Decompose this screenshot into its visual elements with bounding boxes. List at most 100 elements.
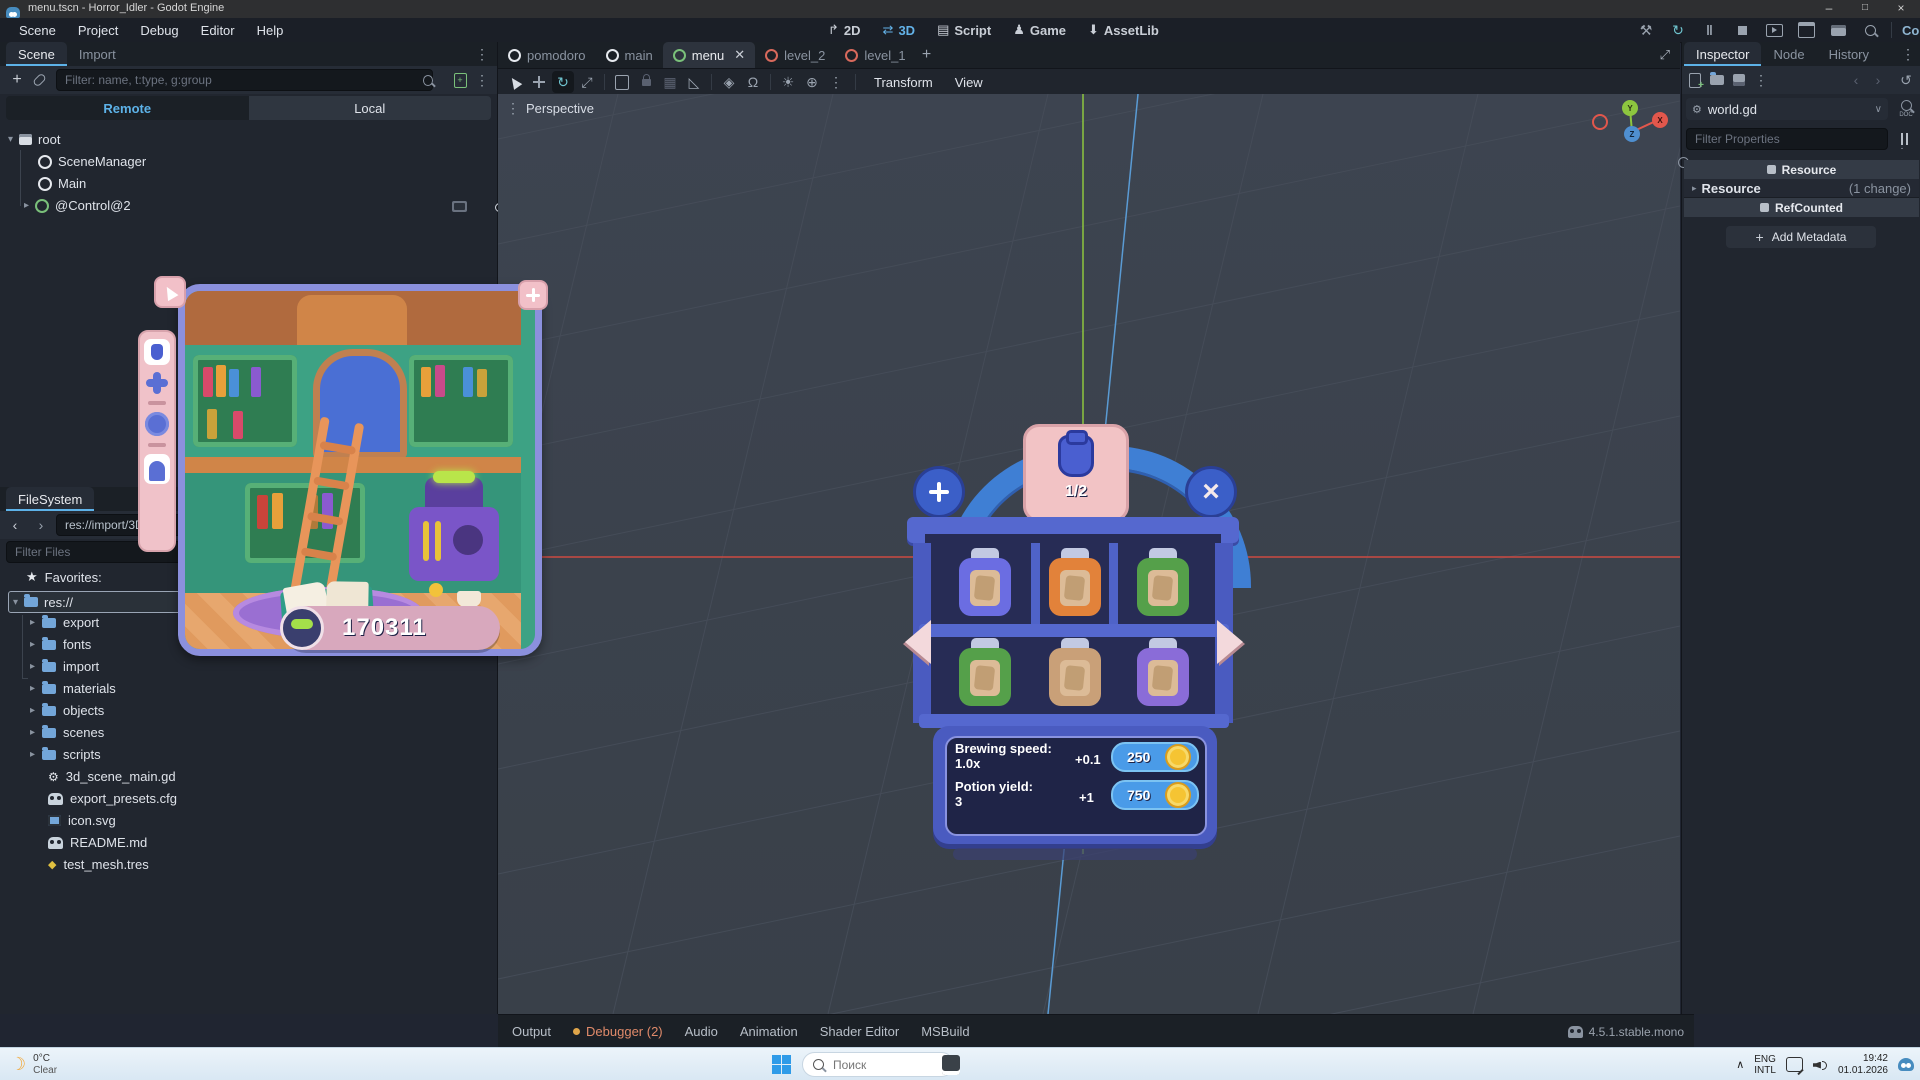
group-icon[interactable]: ▦ bbox=[659, 71, 681, 93]
grave-tab-button[interactable] bbox=[144, 454, 170, 484]
tab-history[interactable]: History bbox=[1817, 42, 1881, 66]
tree-node-scenemanager[interactable]: SceneManager bbox=[38, 154, 146, 169]
language-indicator[interactable]: ENGINTL bbox=[1754, 1054, 1776, 1076]
potion-item[interactable] bbox=[959, 638, 1011, 706]
history-back-icon[interactable]: ‹ bbox=[1845, 69, 1867, 91]
buy-upgrade-button[interactable]: 750 bbox=[1111, 780, 1199, 810]
angle-icon[interactable]: ◺ bbox=[683, 71, 705, 93]
tree-node-root[interactable]: ▾ root bbox=[8, 132, 60, 147]
taskbar-search[interactable] bbox=[802, 1052, 954, 1077]
scene-filter-input[interactable] bbox=[56, 69, 433, 91]
audio-button[interactable]: Audio bbox=[685, 1024, 718, 1039]
menu-project[interactable]: Project bbox=[67, 23, 129, 38]
filter-properties-input[interactable] bbox=[1686, 128, 1888, 150]
shader-editor-button[interactable]: Shader Editor bbox=[820, 1024, 900, 1039]
buy-upgrade-button[interactable]: 250 bbox=[1111, 742, 1199, 772]
scene-tab-menu[interactable]: menu✕ bbox=[663, 42, 755, 68]
resource-menu-icon[interactable]: ⋮ bbox=[1750, 69, 1772, 91]
view-menu[interactable]: View bbox=[945, 75, 993, 90]
settings-tab-button[interactable] bbox=[145, 412, 169, 436]
folder-row[interactable]: ▸import bbox=[30, 659, 99, 674]
notepad-app-icon[interactable] bbox=[938, 1052, 964, 1078]
weather-widget[interactable]: ☽ 0°C Clear bbox=[10, 1048, 57, 1080]
snap-icon[interactable]: Ω bbox=[742, 71, 764, 93]
file-row[interactable]: README.md bbox=[48, 835, 147, 850]
dock-menu-icon[interactable]: ⋮ bbox=[1901, 46, 1915, 63]
instance-scene-button[interactable] bbox=[28, 69, 50, 91]
section-refcounted[interactable]: RefCounted bbox=[1684, 198, 1919, 217]
upgrade-tab-button[interactable] bbox=[146, 372, 168, 394]
view-mode-menu[interactable]: ⋮ Perspective bbox=[506, 100, 594, 117]
object-history-icon[interactable]: ↺ bbox=[1895, 69, 1917, 91]
workspace-3d[interactable]: ⇄3D bbox=[883, 22, 916, 38]
scene-tab-pomodoro[interactable]: pomodoro bbox=[498, 42, 596, 68]
scene-tab-main[interactable]: main bbox=[596, 42, 663, 68]
menu-editor[interactable]: Editor bbox=[190, 23, 246, 38]
attach-script-button[interactable]: + bbox=[449, 69, 471, 91]
workspace-script[interactable]: ▤Script bbox=[937, 22, 991, 38]
node-groups-icon[interactable] bbox=[452, 201, 467, 212]
save-resource-icon[interactable] bbox=[1728, 69, 1750, 91]
select-tool-icon[interactable] bbox=[504, 71, 526, 93]
folder-row[interactable]: ▸objects bbox=[30, 703, 104, 718]
animation-button[interactable]: Animation bbox=[740, 1024, 798, 1039]
file-row[interactable]: ◆test_mesh.tres bbox=[48, 857, 149, 872]
clock[interactable]: 19:4201.01.2026 bbox=[1838, 1053, 1888, 1077]
nav-forward-icon[interactable]: › bbox=[30, 514, 52, 536]
resource-property-row[interactable]: ▸ Resource (1 change) bbox=[1684, 179, 1919, 198]
search-input[interactable] bbox=[831, 1057, 935, 1073]
favorites-row[interactable]: ★ Favorites: bbox=[26, 569, 102, 585]
menu-debug[interactable]: Debug bbox=[129, 23, 189, 38]
workspace-game[interactable]: ♟Game bbox=[1013, 22, 1066, 38]
maximize-button[interactable]: □ bbox=[1848, 2, 1882, 13]
tab-node[interactable]: Node bbox=[1761, 42, 1816, 66]
move-tool-icon[interactable] bbox=[528, 71, 550, 93]
add-node-button[interactable]: + bbox=[6, 69, 28, 91]
sun-icon[interactable]: ☀ bbox=[777, 71, 799, 93]
folder-row[interactable]: ▸scenes bbox=[30, 725, 104, 740]
workspace-2d[interactable]: ↱2D bbox=[828, 22, 861, 38]
minimize-button[interactable]: – bbox=[1812, 1, 1846, 15]
expand-icon[interactable]: ▸ bbox=[24, 200, 29, 211]
file-row[interactable]: icon.svg bbox=[48, 813, 116, 828]
workspace-assetlib[interactable]: ⬇AssetLib bbox=[1088, 22, 1159, 38]
distraction-free-icon[interactable]: ⤢ bbox=[1660, 47, 1670, 63]
scene-tree-menu-icon[interactable]: ⋮ bbox=[471, 69, 493, 91]
movie-maker-button[interactable] bbox=[1827, 19, 1849, 41]
folder-row[interactable]: ▸export bbox=[30, 615, 99, 630]
file-row[interactable]: export_presets.cfg bbox=[48, 791, 177, 806]
potion-item[interactable] bbox=[1137, 548, 1189, 616]
extra-filters-icon[interactable] bbox=[1894, 130, 1914, 148]
tab-filesystem[interactable]: FileSystem bbox=[6, 487, 94, 511]
tab-import[interactable]: Import bbox=[67, 42, 128, 66]
section-resource[interactable]: Resource bbox=[1684, 160, 1919, 179]
potion-item[interactable] bbox=[959, 548, 1011, 616]
start-button[interactable] bbox=[772, 1055, 791, 1074]
preview-settings-icon[interactable]: ⋮ bbox=[825, 71, 847, 93]
game-preview-overlay[interactable]: 170311 bbox=[136, 272, 548, 656]
pen-display-icon[interactable] bbox=[1786, 1057, 1803, 1072]
build-button[interactable]: ⚒ bbox=[1635, 19, 1657, 41]
debugger-button[interactable]: Debugger (2) bbox=[573, 1024, 663, 1039]
open-docs-button[interactable]: DOC bbox=[1894, 96, 1918, 122]
expand-icon[interactable]: ▸ bbox=[1692, 183, 1697, 194]
ruler-tool-icon[interactable] bbox=[611, 71, 633, 93]
close-tab-icon[interactable]: ✕ bbox=[734, 47, 745, 63]
scale-tool-icon[interactable]: ⤢ bbox=[576, 71, 598, 93]
nav-back-icon[interactable]: ‹ bbox=[4, 514, 26, 536]
collapse-icon[interactable]: ▾ bbox=[8, 134, 13, 145]
prev-page-arrow[interactable] bbox=[905, 620, 931, 664]
file-row[interactable]: ⚙3d_scene_main.gd bbox=[48, 769, 176, 784]
new-scene-tab-button[interactable]: + bbox=[916, 44, 938, 66]
viewport-3d[interactable]: ⋮ Perspective Y Z X bbox=[498, 94, 1680, 1014]
msbuild-button[interactable]: MSBuild bbox=[921, 1024, 969, 1039]
close-button[interactable]: × bbox=[1884, 1, 1918, 15]
next-page-arrow[interactable] bbox=[1217, 620, 1243, 664]
play-scene-button[interactable] bbox=[1763, 19, 1785, 41]
pause-button[interactable]: ‖ bbox=[1699, 19, 1721, 41]
potion-item[interactable] bbox=[1137, 638, 1189, 706]
edited-resource-row[interactable]: ⚙ world.gd ∨ bbox=[1686, 98, 1888, 120]
folder-row[interactable]: ▸scripts bbox=[30, 747, 101, 762]
cursor-tool-chip[interactable] bbox=[154, 276, 186, 308]
tab-scene[interactable]: Scene bbox=[6, 42, 67, 66]
